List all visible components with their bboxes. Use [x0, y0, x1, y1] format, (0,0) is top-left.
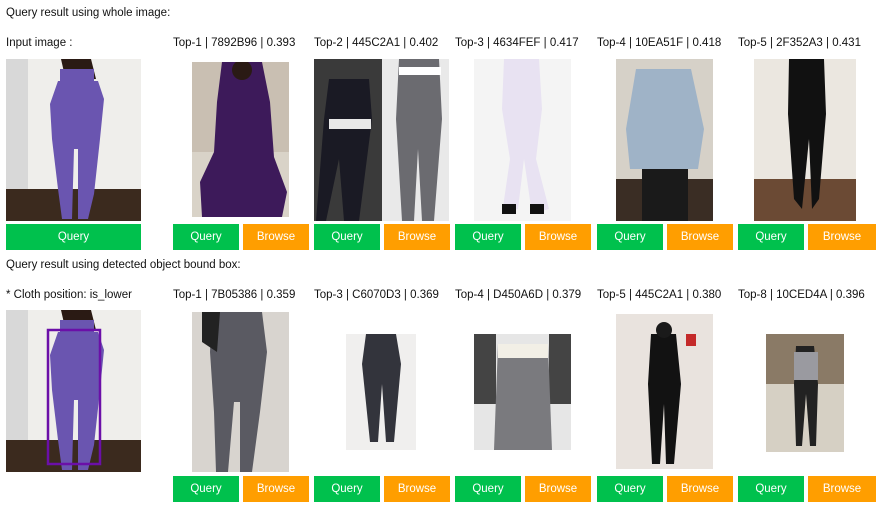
query-button[interactable]: Query: [173, 476, 239, 502]
browse-button[interactable]: Browse: [808, 224, 876, 250]
query-button[interactable]: Query: [738, 476, 804, 502]
section-title-bound-box: Query result using detected object bound…: [6, 259, 241, 271]
result-image: [314, 59, 449, 221]
result-label: Top-2 | 445C2A1 | 0.402: [314, 37, 439, 49]
browse-button[interactable]: Browse: [667, 476, 733, 502]
query-button[interactable]: Query: [173, 224, 239, 250]
query-button[interactable]: Query: [6, 224, 141, 250]
browse-button[interactable]: Browse: [525, 224, 591, 250]
browse-button[interactable]: Browse: [667, 224, 733, 250]
result-image: [616, 314, 713, 469]
result-label: Top-5 | 445C2A1 | 0.380: [597, 289, 722, 301]
query-button[interactable]: Query: [314, 476, 380, 502]
result-image: [754, 59, 856, 221]
result-label: Top-1 | 7B05386 | 0.359: [173, 289, 296, 301]
result-image: [616, 59, 713, 221]
input-image: [6, 59, 141, 221]
result-image: [474, 59, 571, 221]
result-image: [192, 62, 289, 217]
result-label: Top-3 | 4634FEF | 0.417: [455, 37, 579, 49]
browse-button[interactable]: Browse: [243, 224, 309, 250]
result-label: Top-3 | C6070D3 | 0.369: [314, 289, 439, 301]
result-label: Top-4 | 10EA51F | 0.418: [597, 37, 722, 49]
result-image: [192, 312, 289, 472]
query-button[interactable]: Query: [314, 224, 380, 250]
result-label: Top-8 | 10CED4A | 0.396: [738, 289, 865, 301]
query-button[interactable]: Query: [455, 224, 521, 250]
browse-button[interactable]: Browse: [384, 224, 450, 250]
result-image: [766, 334, 844, 452]
result-label: Top-5 | 2F352A3 | 0.431: [738, 37, 861, 49]
query-button[interactable]: Query: [597, 476, 663, 502]
query-button[interactable]: Query: [455, 476, 521, 502]
browse-button[interactable]: Browse: [243, 476, 309, 502]
result-label: Top-1 | 7892B96 | 0.393: [173, 37, 296, 49]
result-label: Top-4 | D450A6D | 0.379: [455, 289, 582, 301]
cloth-position-label: * Cloth position: is_lower: [6, 289, 132, 301]
query-button[interactable]: Query: [738, 224, 804, 250]
input-image-with-bbox: [6, 310, 141, 472]
browse-button[interactable]: Browse: [525, 476, 591, 502]
result-image: [474, 334, 571, 450]
query-button[interactable]: Query: [597, 224, 663, 250]
input-image-label: Input image :: [6, 37, 73, 49]
browse-button[interactable]: Browse: [384, 476, 450, 502]
section-title-whole-image: Query result using whole image:: [6, 7, 171, 19]
browse-button[interactable]: Browse: [808, 476, 876, 502]
result-image: [346, 334, 416, 450]
